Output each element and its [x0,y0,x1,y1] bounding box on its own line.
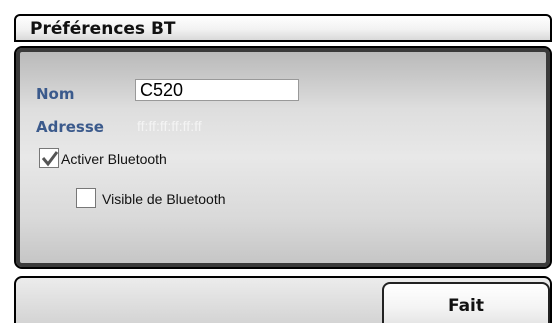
visible-bluetooth-checkbox[interactable] [76,188,96,208]
activate-bluetooth-label[interactable]: Activer Bluetooth [61,151,167,167]
visible-bluetooth-label[interactable]: Visible de Bluetooth [102,191,226,207]
check-icon [41,151,59,167]
done-button[interactable]: Fait [382,282,550,323]
settings-panel: Nom Adresse ff:ff:ff:ff:ff:ff Activer Bl… [14,46,552,269]
page-title: Préférences BT [30,19,176,39]
title-bar: Préférences BT [14,14,552,42]
name-field[interactable] [135,79,299,101]
address-label: Adresse [36,118,104,136]
address-value: ff:ff:ff:ff:ff:ff [137,118,202,134]
activate-bluetooth-checkbox[interactable] [39,148,59,168]
name-label: Nom [36,85,75,103]
done-button-label: Fait [447,296,485,316]
bottom-bar: Fait [14,276,552,323]
